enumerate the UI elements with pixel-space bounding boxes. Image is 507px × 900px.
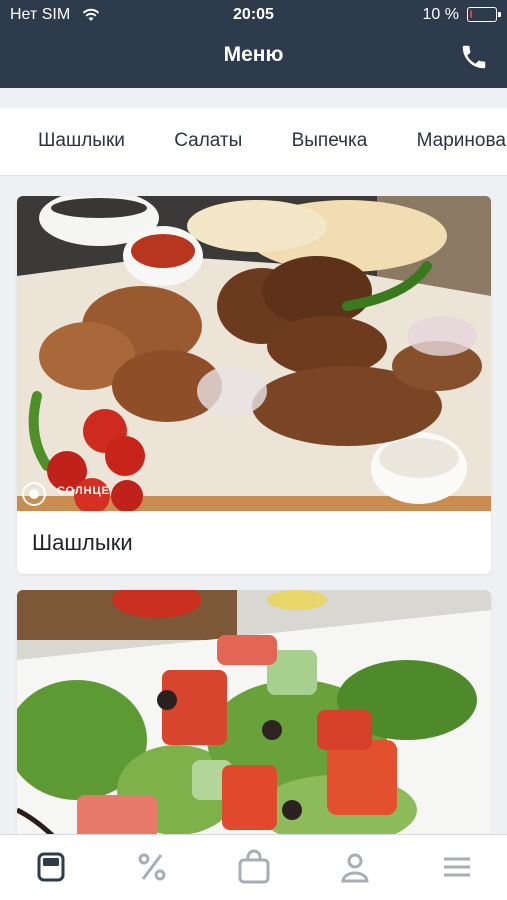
top-bar: Нет SIM 20:05 10 % Меню bbox=[0, 0, 507, 88]
menu-list: СОЛНЦЕ Шашлыки bbox=[0, 176, 507, 834]
app-screen: Нет SIM 20:05 10 % Меню Шашлыки Салаты В… bbox=[0, 0, 507, 900]
page-title: Меню bbox=[223, 43, 284, 66]
hamburger-icon[interactable] bbox=[439, 849, 475, 885]
tab-shashlyki[interactable]: Шашлыки bbox=[38, 130, 125, 152]
menu-card-shashlyki[interactable]: СОЛНЦЕ Шашлыки bbox=[17, 196, 491, 574]
bag-icon[interactable] bbox=[236, 849, 272, 885]
brand-watermark: СОЛНЦЕ bbox=[57, 485, 110, 497]
category-tabs: Шашлыки Салаты Выпечка Маринованное bbox=[0, 108, 507, 176]
battery-level bbox=[470, 10, 472, 18]
tab-salaty[interactable]: Салаты bbox=[174, 130, 242, 152]
tab-marinovannoe[interactable]: Маринованное bbox=[417, 130, 507, 152]
salad-photo bbox=[17, 590, 491, 834]
percent-icon[interactable] bbox=[134, 849, 170, 885]
battery-percent: 10 % bbox=[422, 6, 459, 23]
menu-icon[interactable] bbox=[33, 849, 69, 885]
card-title: Шашлыки bbox=[32, 530, 133, 555]
status-bar: Нет SIM 20:05 10 % bbox=[0, 0, 507, 30]
tab-vypechka[interactable]: Выпечка bbox=[292, 130, 368, 152]
bottom-navigation bbox=[0, 834, 507, 900]
profile-icon[interactable] bbox=[337, 849, 373, 885]
grilled-meat-photo bbox=[17, 196, 491, 511]
battery-icon bbox=[467, 7, 501, 22]
phone-icon[interactable] bbox=[459, 42, 489, 72]
menu-card-salad[interactable] bbox=[17, 590, 491, 834]
